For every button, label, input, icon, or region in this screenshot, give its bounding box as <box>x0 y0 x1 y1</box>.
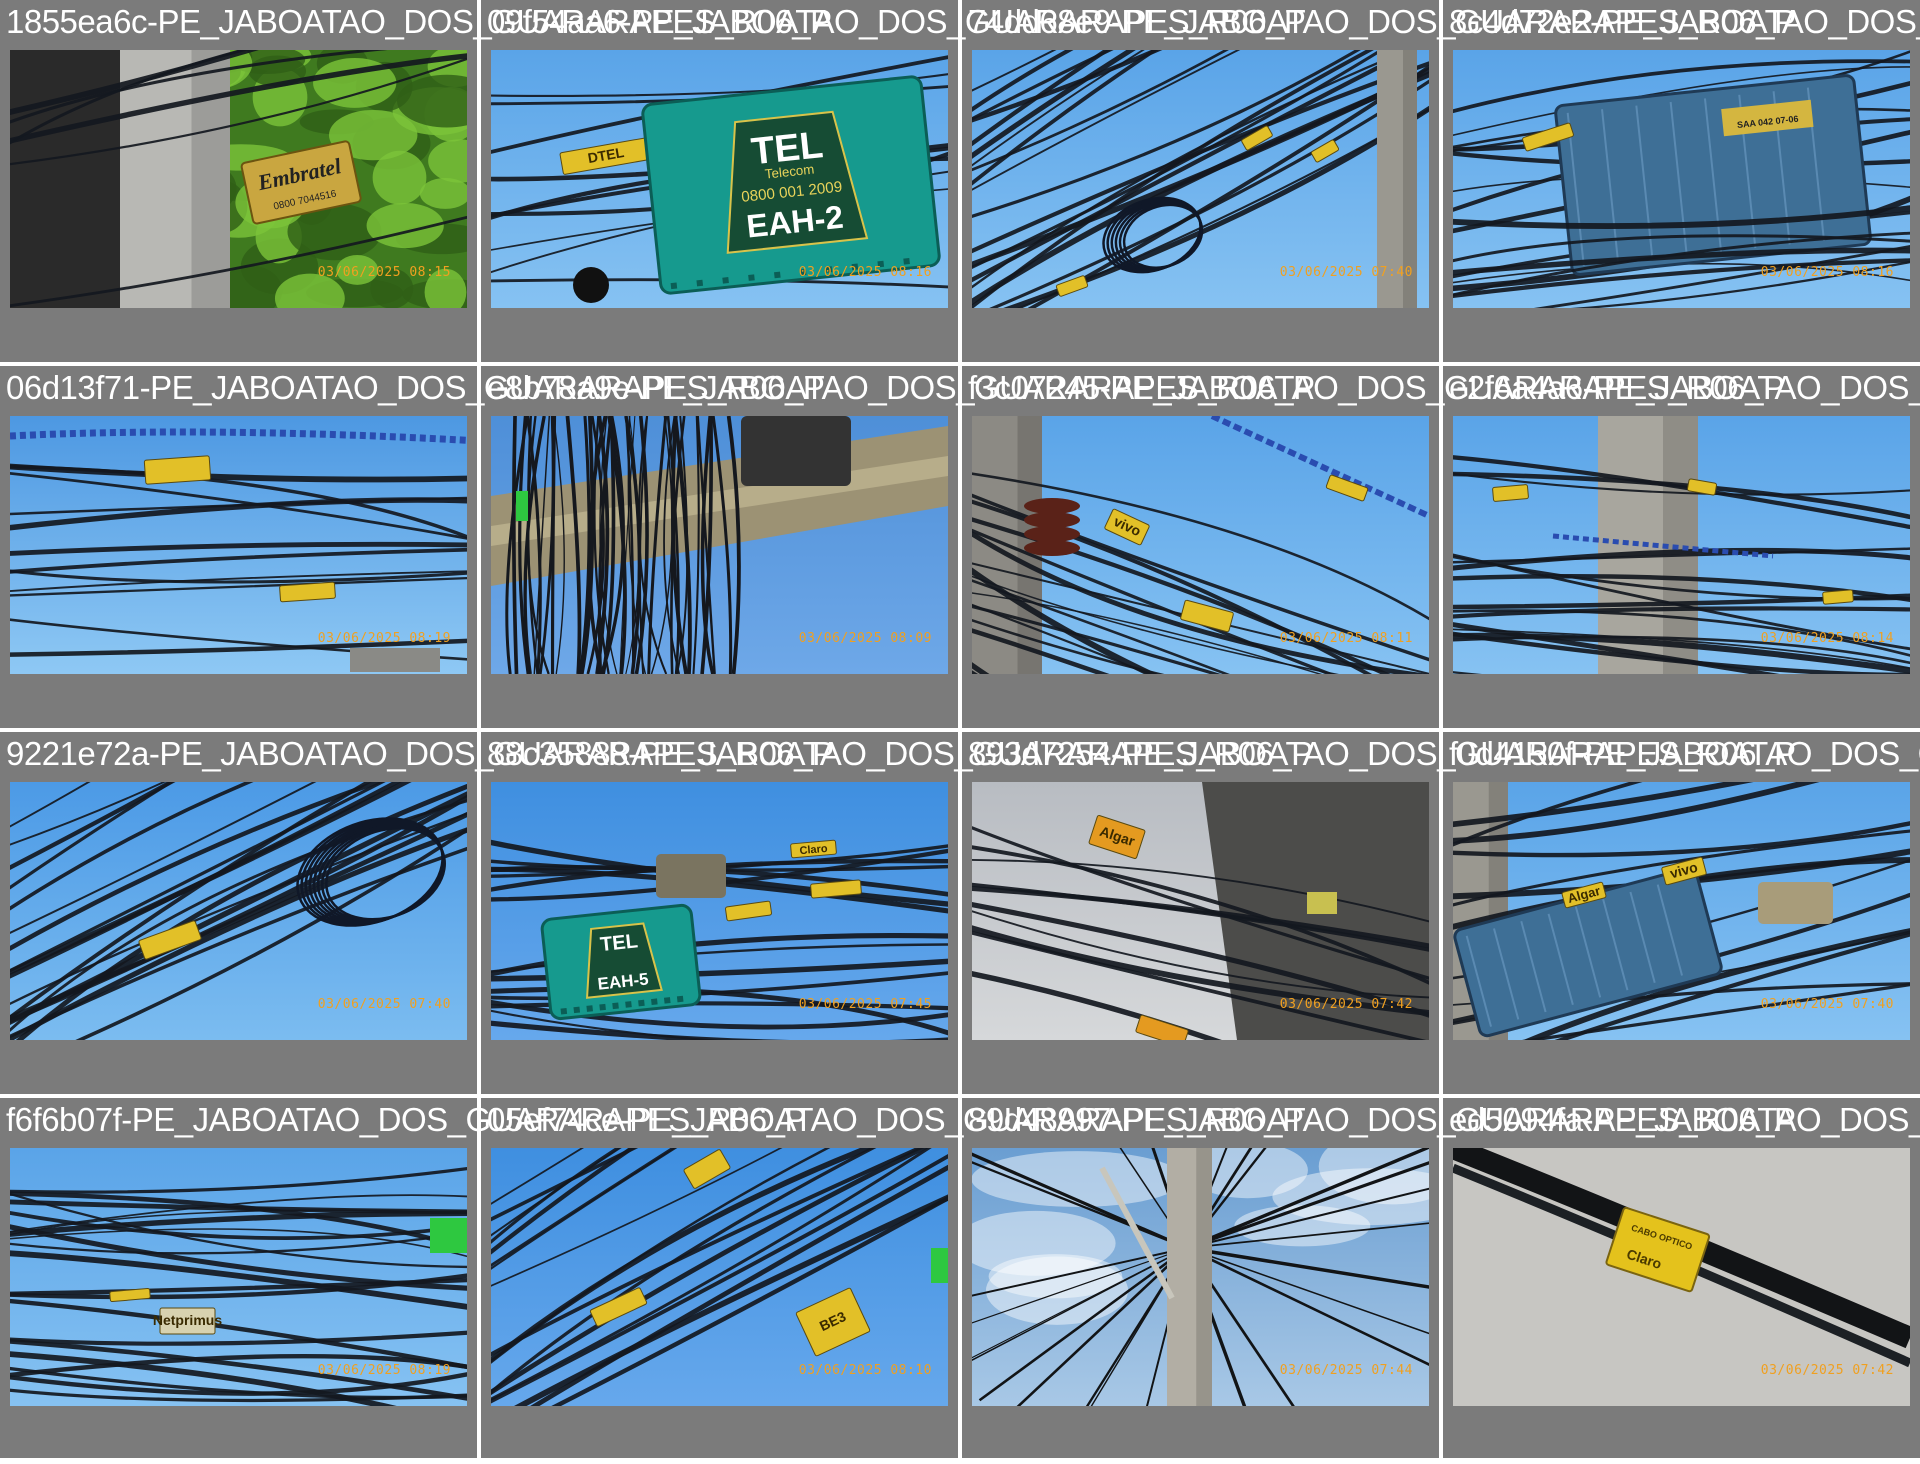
photo-timestamp: 03/06/2025 08:14 <box>1760 631 1894 646</box>
tel-box: TELEAH-5 <box>540 903 702 1021</box>
contact-sheet-grid: Embratel 0800 7044516 03/06/2025 08:15 DTEL… <box>0 0 1920 1464</box>
utility-pole-photo: BE3 03/06/2025 08:10 <box>491 1148 948 1406</box>
photo-timestamp: 03/06/2025 08:16 <box>1760 265 1894 280</box>
photo-tile[interactable]: vivo 03/06/2025 08:11 <box>962 366 1439 728</box>
photo-timestamp: 03/06/2025 08:10 <box>798 1363 932 1378</box>
cable-tag <box>279 581 336 603</box>
utility-pole-photo: vivo Algar 03/06/2025 07:40 <box>1453 782 1910 1040</box>
dtel-box: TELTelecom0800 001 2009EAH-2 <box>641 75 941 295</box>
bottom-margin <box>0 1458 1920 1464</box>
photo-timestamp: 03/06/2025 07:40 <box>1279 265 1413 280</box>
svg-text:Claro: Claro <box>799 843 828 857</box>
utility-pole-photo: 03/06/2025 08:09 <box>491 416 948 674</box>
utility-pole-photo: TEL EAH-5 Claro 03/06/2025 07:45 <box>491 782 948 1040</box>
photo-tile[interactable]: BE3 03/06/2025 08:10 <box>481 1098 958 1460</box>
cable-tag <box>143 455 212 485</box>
utility-pole-photo: 03/06/2025 08:19 <box>10 416 467 674</box>
photo-tile[interactable]: SAA 042 07-06 03/06/2025 08:16 <box>1443 0 1920 362</box>
cable-tag <box>1492 484 1529 502</box>
photo-tile[interactable]: TEL EAH-5 Claro 03/06/2025 07:45 <box>481 732 958 1094</box>
closure-box: SAA 042 07-06 <box>1554 74 1872 276</box>
svg-text:Netprimus: Netprimus <box>153 1312 222 1328</box>
photo-tile[interactable]: 03/06/2025 08:19 <box>0 366 477 728</box>
photo-timestamp: 03/06/2025 07:44 <box>1279 1363 1413 1378</box>
photo-tile[interactable]: Embratel 0800 7044516 03/06/2025 08:15 <box>0 0 477 362</box>
utility-pole-photo: Algar 03/06/2025 07:42 <box>972 782 1429 1040</box>
utility-pole-photo: 03/06/2025 07:40 <box>972 50 1429 308</box>
photo-tile[interactable]: Algar 03/06/2025 07:42 <box>962 732 1439 1094</box>
photo-tile[interactable]: 03/06/2025 07:40 <box>962 0 1439 362</box>
utility-pole-photo: 03/06/2025 07:40 <box>10 782 467 1040</box>
utility-pole-photo: SAA 042 07-06 03/06/2025 08:16 <box>1453 50 1910 308</box>
photo-timestamp: 03/06/2025 08:19 <box>317 631 451 646</box>
cable-tag <box>1822 589 1854 605</box>
photo-tile[interactable]: DTEL TEL Telecom 0800 001 2009 EAH-2 03/06/20… <box>481 0 958 362</box>
photo-timestamp: 03/06/2025 08:15 <box>317 265 451 280</box>
photo-tile[interactable]: vivo Algar 03/06/2025 07:40 <box>1443 732 1920 1094</box>
photo-timestamp: 03/06/2025 08:16 <box>798 265 932 280</box>
utility-pole-photo: DTEL TEL Telecom 0800 001 2009 EAH-2 03/06/20… <box>491 50 948 308</box>
photo-timestamp: 03/06/2025 07:42 <box>1279 997 1413 1012</box>
photo-timestamp: 03/06/2025 08:11 <box>1279 631 1413 646</box>
box-brand: TEL <box>599 930 639 956</box>
utility-pole-photo: CABO OPTICO Claro 03/06/2025 07:42 <box>1453 1148 1910 1406</box>
photo-timestamp: 03/06/2025 07:42 <box>1760 1363 1894 1378</box>
photo-timestamp: 03/06/2025 07:40 <box>1760 997 1894 1012</box>
netprimus-tag: Netprimus <box>153 1307 222 1335</box>
utility-pole-photo: 03/06/2025 08:14 <box>1453 416 1910 674</box>
photo-tile[interactable]: 03/06/2025 08:09 <box>481 366 958 728</box>
photo-tile[interactable]: 03/06/2025 08:14 <box>1443 366 1920 728</box>
utility-pole-photo: 03/06/2025 07:44 <box>972 1148 1429 1406</box>
utility-pole-photo: vivo 03/06/2025 08:11 <box>972 416 1429 674</box>
photo-tile[interactable]: Netprimus 03/06/2025 08:19 <box>0 1098 477 1460</box>
photo-tile[interactable]: 03/06/2025 07:44 <box>962 1098 1439 1460</box>
photo-tile[interactable]: 03/06/2025 07:40 <box>0 732 477 1094</box>
utility-pole-photo: Embratel 0800 7044516 03/06/2025 08:15 <box>10 50 467 308</box>
photo-timestamp: 03/06/2025 07:40 <box>317 997 451 1012</box>
photo-timestamp: 03/06/2025 08:19 <box>317 1363 451 1378</box>
photo-timestamp: 03/06/2025 08:09 <box>798 631 932 646</box>
photo-tile[interactable]: CABO OPTICO Claro 03/06/2025 07:42 <box>1443 1098 1920 1460</box>
photo-timestamp: 03/06/2025 07:45 <box>798 997 932 1012</box>
utility-pole-photo: Netprimus 03/06/2025 08:19 <box>10 1148 467 1406</box>
